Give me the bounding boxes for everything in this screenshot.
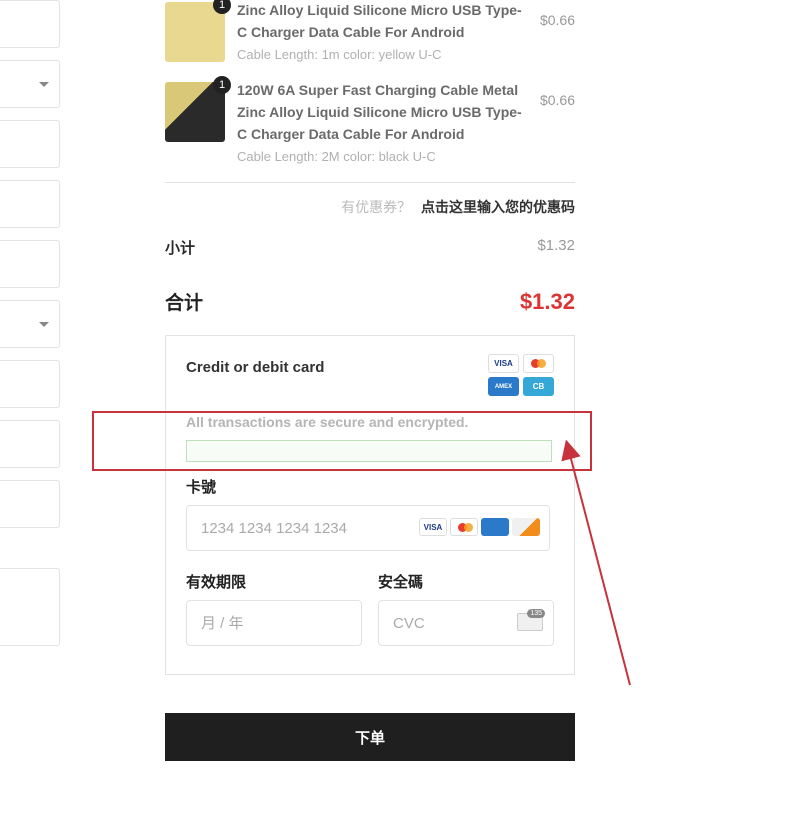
subtotal-amount: $1.32 xyxy=(537,237,575,258)
subtotal-row: 小计 $1.32 xyxy=(165,237,575,258)
expiry-input[interactable] xyxy=(186,600,362,646)
visa-icon: VISA xyxy=(419,518,447,536)
form-field[interactable] xyxy=(0,180,60,228)
accepted-cards: VISA AMEX CB xyxy=(484,354,554,396)
visa-icon: VISA xyxy=(488,354,519,373)
qty-badge: 1 xyxy=(213,76,231,94)
amex-icon: AMEX xyxy=(488,377,519,396)
qty-badge: 1 xyxy=(213,0,231,14)
form-textarea[interactable] xyxy=(0,568,60,646)
form-field[interactable] xyxy=(0,240,60,288)
submit-order-button[interactable]: 下单 xyxy=(165,713,575,761)
product-title: Zinc Alloy Liquid Silicone Micro USB Typ… xyxy=(237,0,528,43)
form-field[interactable] xyxy=(0,420,60,468)
total-label: 合计 xyxy=(165,288,203,315)
checkout-panel: 1 Zinc Alloy Liquid Silicone Micro USB T… xyxy=(165,0,575,761)
form-field[interactable] xyxy=(0,480,60,528)
product-variant: Cable Length: 1m color: yellow U-C xyxy=(237,47,528,62)
product-title: 120W 6A Super Fast Charging Cable Metal … xyxy=(237,80,528,145)
cb-icon: CB xyxy=(523,377,554,396)
card-number-label: 卡號 xyxy=(186,476,554,497)
product-image: 1 xyxy=(165,2,225,62)
amex-icon xyxy=(481,518,509,536)
product-price: $0.66 xyxy=(540,80,575,108)
form-field[interactable] xyxy=(0,0,60,48)
discover-icon xyxy=(512,518,540,536)
left-form-column xyxy=(0,0,60,658)
cvc-hint-icon xyxy=(517,613,543,631)
payment-title: Credit or debit card xyxy=(186,354,324,376)
expiry-field[interactable] xyxy=(201,601,347,645)
subtotal-label: 小计 xyxy=(165,237,195,258)
divider xyxy=(165,182,575,183)
form-field[interactable] xyxy=(0,120,60,168)
product-variant: Cable Length: 2M color: black U-C xyxy=(237,149,528,164)
payment-card-box: Credit or debit card VISA AMEX CB All tr… xyxy=(165,335,575,675)
form-dropdown[interactable] xyxy=(0,60,60,108)
product-row: 1 Zinc Alloy Liquid Silicone Micro USB T… xyxy=(165,0,575,62)
coupon-link[interactable]: 点击这里输入您的优惠码 xyxy=(421,199,575,215)
coupon-row: 有优惠券？ 点击这里输入您的优惠码 xyxy=(165,197,575,217)
product-price: $0.66 xyxy=(540,0,575,28)
product-image: 1 xyxy=(165,82,225,142)
product-row: 1 120W 6A Super Fast Charging Cable Meta… xyxy=(165,80,575,164)
card-brand-icons: VISA xyxy=(419,518,540,536)
form-dropdown[interactable] xyxy=(0,300,60,348)
mastercard-icon xyxy=(450,518,478,536)
total-amount: $1.32 xyxy=(520,289,575,315)
mastercard-icon xyxy=(523,354,554,373)
secure-note: All transactions are secure and encrypte… xyxy=(186,414,554,430)
cvc-label: 安全碼 xyxy=(378,571,554,592)
total-row: 合计 $1.32 xyxy=(165,288,575,315)
form-field[interactable] xyxy=(0,360,60,408)
expiry-label: 有效期限 xyxy=(186,571,362,592)
cvc-input[interactable] xyxy=(378,600,554,646)
secure-input[interactable] xyxy=(186,440,552,462)
coupon-question: 有优惠券？ xyxy=(341,199,411,215)
